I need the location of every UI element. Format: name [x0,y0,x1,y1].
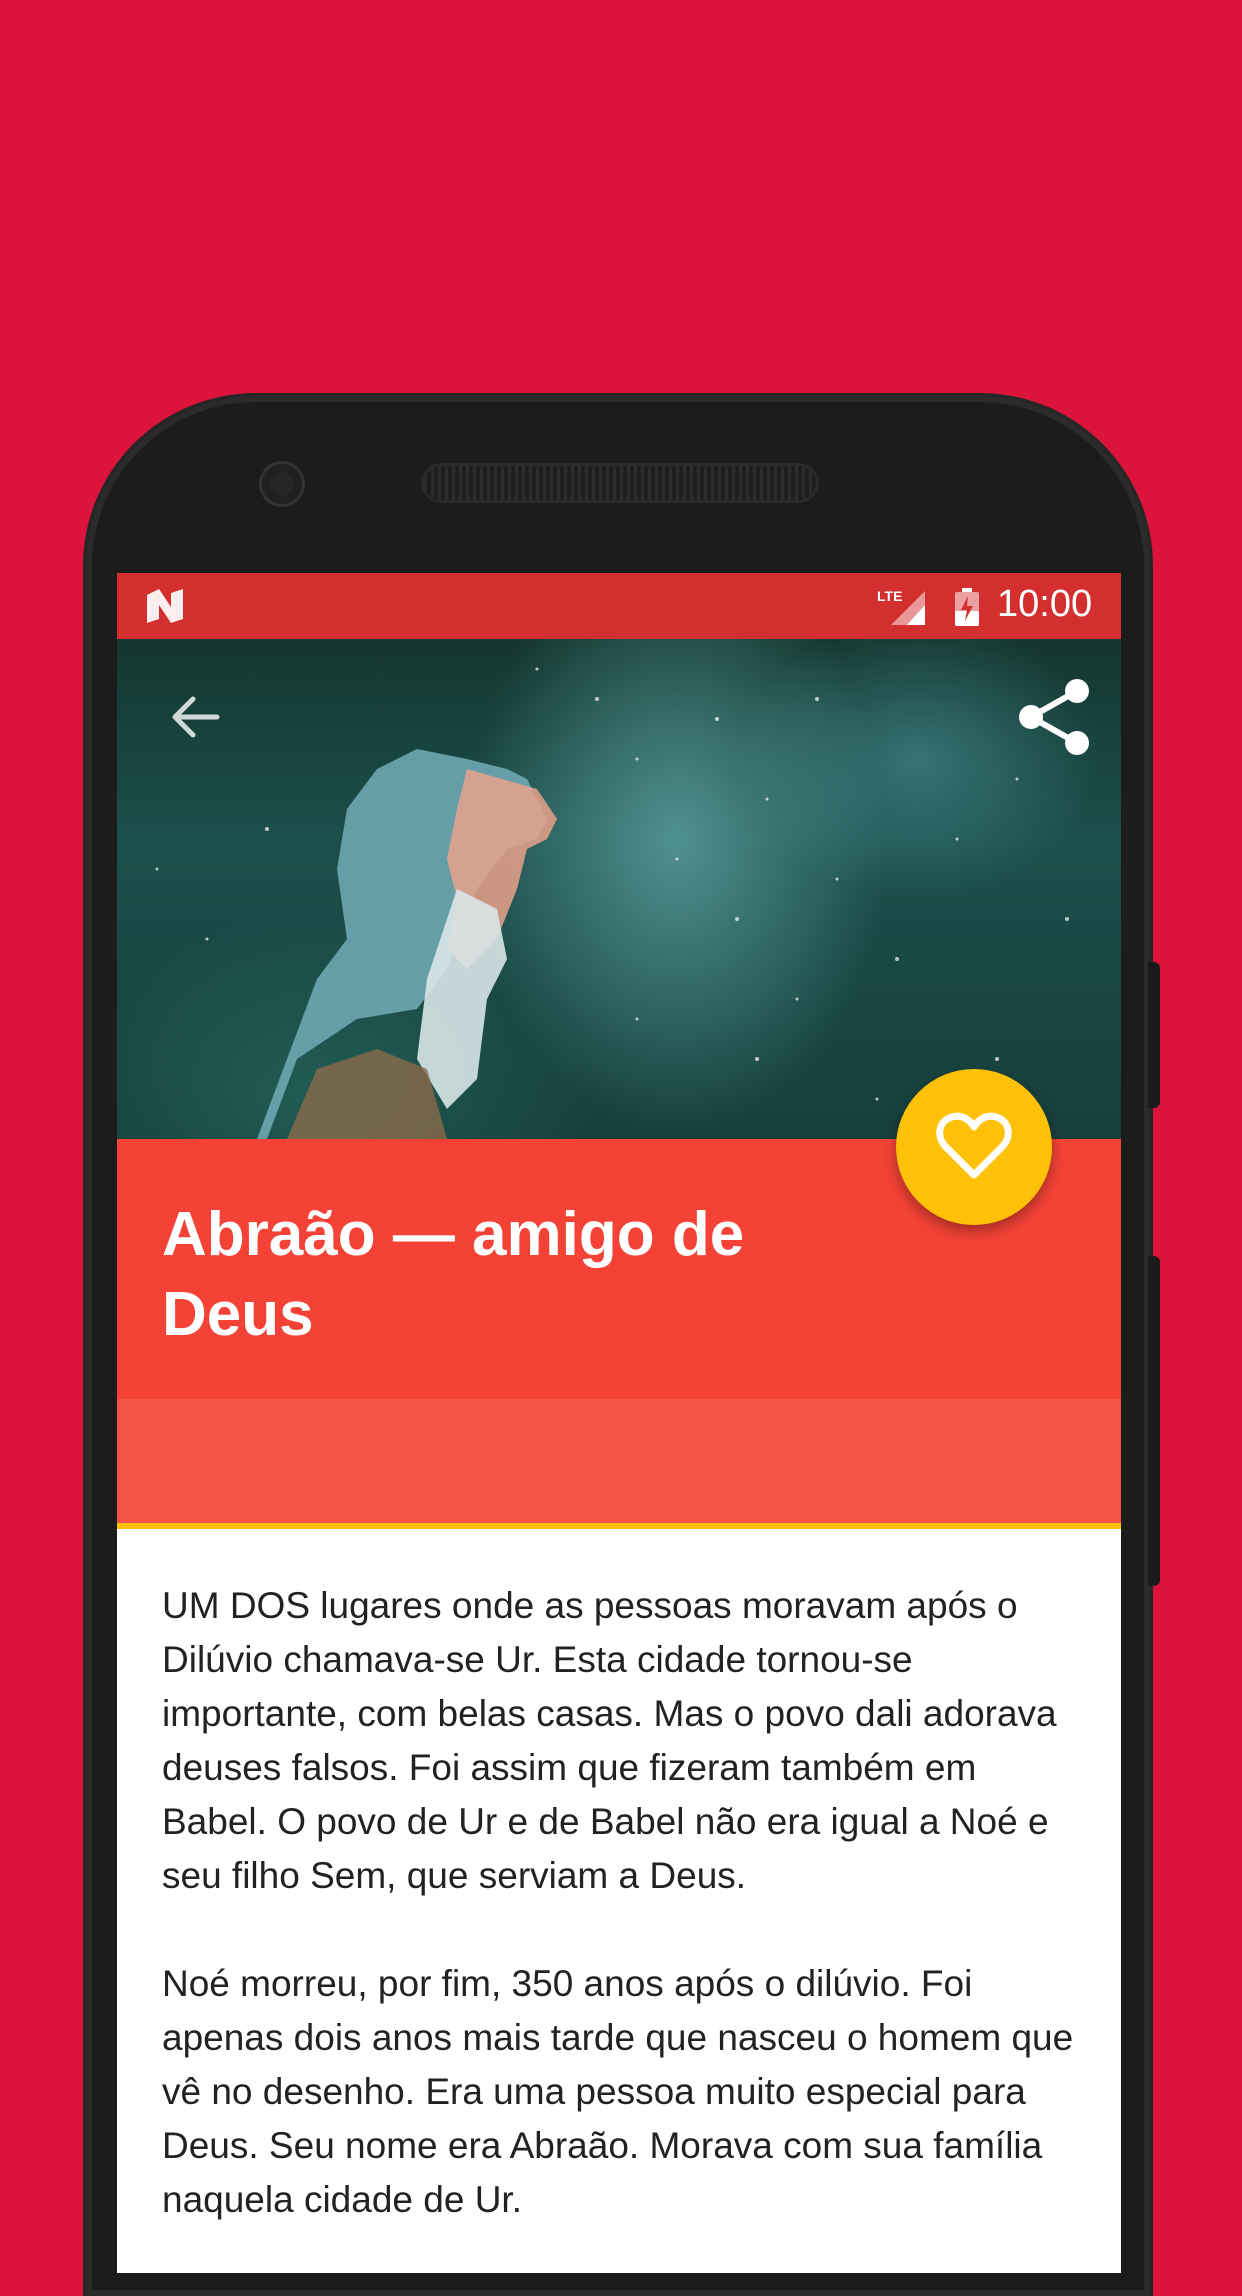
status-bar: LTE 10:00 [117,573,1121,639]
status-time: 10:00 [997,583,1093,625]
svg-text:LTE: LTE [877,588,902,604]
lte-signal-icon: LTE [877,588,925,625]
power-button [1148,962,1160,1108]
arrow-back-icon[interactable] [165,687,225,747]
battery-icon [955,588,979,626]
volume-button [1148,1256,1160,1586]
app-screen: LTE 10:00 Abraão — amigo de Deus UM DOS … [117,573,1121,2273]
story-body: UM DOS lugares onde as pessoas moravam a… [162,1579,1082,2273]
subtitle-band [117,1399,1121,1523]
accent-divider [117,1523,1121,1529]
hero-image [117,639,1121,1139]
front-camera [262,464,302,504]
favorite-button[interactable] [896,1069,1052,1225]
story-paragraph: UM DOS lugares onde as pessoas moravam a… [162,1585,1057,1896]
story-title: Abraão — amigo de Deus [162,1200,745,1349]
n-logo-icon [147,589,183,623]
share-icon[interactable] [1017,677,1093,757]
earpiece-speaker [424,466,816,500]
hero-illustration [155,667,1069,1139]
heart-outline-icon [936,1112,1012,1179]
story-paragraph: Noé morreu, por fim, 350 anos após o dil… [162,1963,1074,2220]
